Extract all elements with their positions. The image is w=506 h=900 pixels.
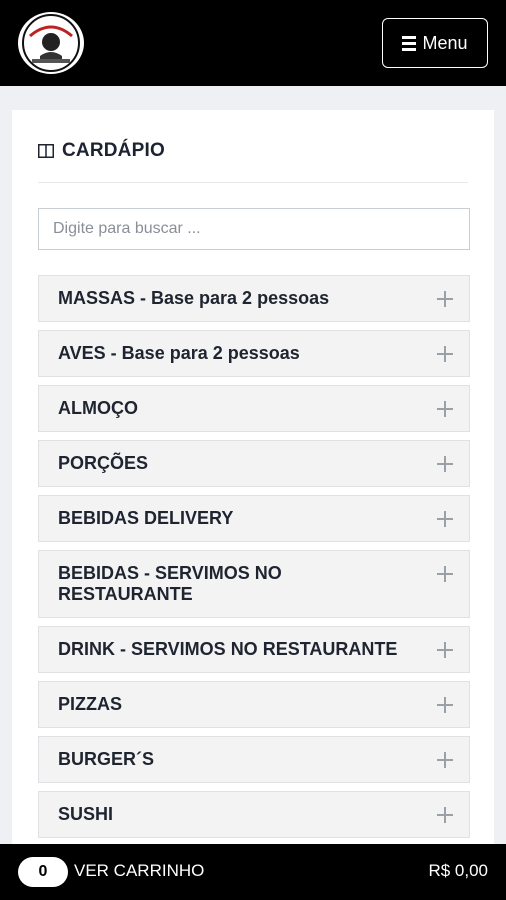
cart-total: R$ 0,00	[428, 861, 488, 880]
section-header: CARDÁPIO	[38, 138, 165, 164]
plus-icon	[437, 752, 453, 768]
menu-button[interactable]: Menu	[382, 18, 488, 68]
plus-icon	[437, 401, 453, 417]
category-list: MASSAS - Base para 2 pessoas AVES - Base…	[38, 275, 470, 900]
category-item-burgers[interactable]: BURGER´S	[38, 736, 470, 783]
plus-icon	[437, 807, 453, 823]
section-title: CARDÁPIO	[62, 140, 165, 161]
category-label: PIZZAS	[58, 694, 123, 714]
menu-card: CARDÁPIO MASSAS - Base para 2 pessoas AV…	[12, 110, 494, 892]
cart-count-badge: 0	[18, 857, 68, 887]
category-label: SUSHI	[58, 804, 114, 824]
plus-icon	[437, 456, 453, 472]
cart-bar[interactable]: 0 VER CARRINHO R$ 0,00	[0, 844, 506, 900]
menu-button-label: Menu	[422, 32, 468, 53]
category-label: BEBIDAS DELIVERY	[58, 508, 234, 528]
category-item-porcoes[interactable]: PORÇÕES	[38, 440, 470, 487]
plus-icon	[437, 511, 453, 527]
plus-icon	[437, 566, 453, 582]
category-item-sushi[interactable]: SUSHI	[38, 791, 470, 838]
view-cart-button[interactable]: VER CARRINHO	[74, 861, 204, 881]
category-label: BURGER´S	[58, 749, 155, 769]
category-label: DRINK - SERVIMOS NO RESTAURANTE	[58, 639, 398, 659]
divider	[38, 182, 468, 183]
restaurant-logo[interactable]	[18, 12, 84, 74]
category-item-massas[interactable]: MASSAS - Base para 2 pessoas	[38, 275, 470, 322]
hamburger-icon	[402, 35, 417, 51]
search-input[interactable]	[38, 208, 470, 250]
category-item-almoco[interactable]: ALMOÇO	[38, 385, 470, 432]
category-label: PORÇÕES	[58, 453, 149, 473]
top-navbar: Menu	[0, 0, 506, 86]
category-label: ALMOÇO	[58, 398, 138, 418]
category-item-pizzas[interactable]: PIZZAS	[38, 681, 470, 728]
plus-icon	[437, 346, 453, 362]
category-label: BEBIDAS - SERVIMOS NO RESTAURANTE	[58, 563, 282, 604]
category-label: AVES - Base para 2 pessoas	[58, 343, 300, 363]
category-item-bebidas-delivery[interactable]: BEBIDAS DELIVERY	[38, 495, 470, 542]
plus-icon	[437, 642, 453, 658]
category-label: MASSAS - Base para 2 pessoas	[58, 288, 330, 308]
category-item-drink[interactable]: DRINK - SERVIMOS NO RESTAURANTE	[38, 626, 470, 673]
plus-icon	[437, 697, 453, 713]
category-item-bebidas-restaurante[interactable]: BEBIDAS - SERVIMOS NO RESTAURANTE	[38, 550, 470, 618]
plus-icon	[437, 291, 453, 307]
book-open-icon	[38, 144, 54, 158]
category-item-aves[interactable]: AVES - Base para 2 pessoas	[38, 330, 470, 377]
